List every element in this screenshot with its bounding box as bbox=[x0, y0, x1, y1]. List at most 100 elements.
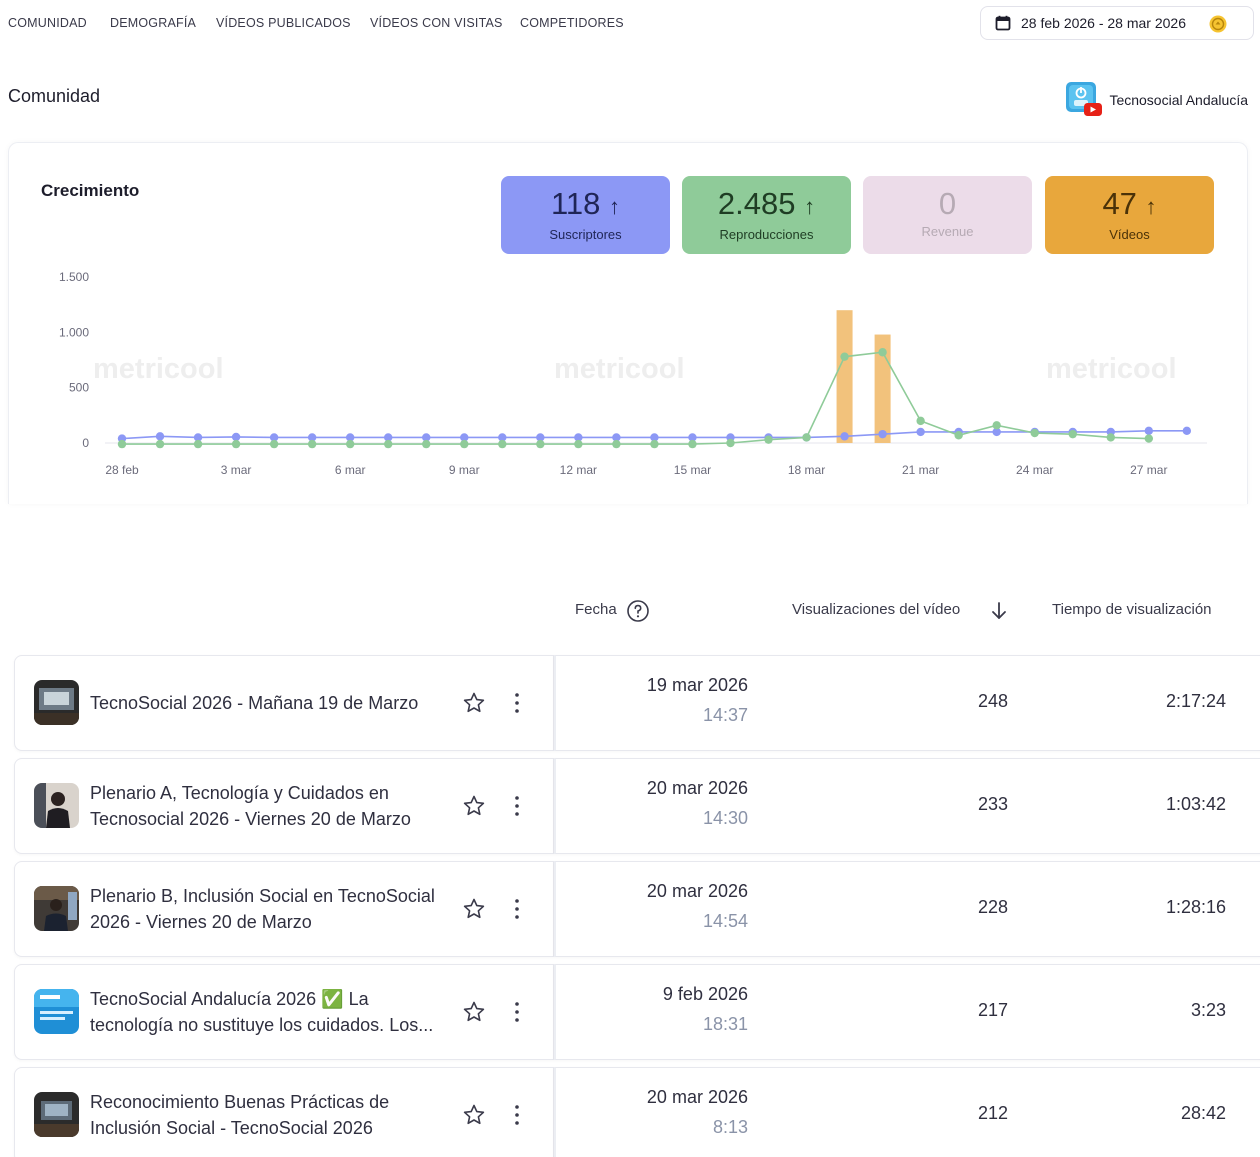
data-point bbox=[498, 439, 507, 449]
more-options-icon[interactable] bbox=[512, 1103, 522, 1127]
tab-videos-publicados[interactable]: VÍDEOS PUBLICADOS bbox=[216, 16, 351, 30]
tab-demografia[interactable]: DEMOGRAFÍA bbox=[110, 16, 196, 30]
data-point bbox=[840, 432, 849, 441]
star-icon[interactable] bbox=[462, 897, 486, 921]
col-header-watch-time[interactable]: Tiempo de visualización bbox=[1052, 601, 1212, 618]
more-options-icon[interactable] bbox=[512, 691, 522, 715]
calendar-icon bbox=[995, 15, 1011, 31]
video-thumbnail[interactable] bbox=[34, 886, 79, 931]
video-watch-time: 2:17:24 bbox=[1165, 691, 1226, 711]
video-views: 233 bbox=[977, 794, 1008, 814]
account-badge[interactable]: Tecnosocial Andalucía bbox=[1065, 82, 1248, 118]
x-tick-label: 9 mar bbox=[449, 463, 480, 477]
data-point bbox=[384, 439, 393, 449]
video-title[interactable]: TecnoSocial Andalucía 2026 ✅ La tecnolog… bbox=[90, 964, 456, 1060]
data-point bbox=[650, 439, 659, 449]
video-title[interactable]: Reconocimiento Buenas Prácticas de Inclu… bbox=[90, 1067, 456, 1157]
watermark-right: metricool bbox=[1046, 353, 1177, 385]
col-header-views[interactable]: Visualizaciones del vídeo bbox=[792, 601, 960, 618]
data-point bbox=[422, 439, 431, 449]
video-views: 217 bbox=[977, 1000, 1008, 1020]
col-header-date[interactable]: Fecha bbox=[575, 601, 617, 618]
video-thumbnail[interactable] bbox=[34, 680, 79, 725]
date-range-text: 28 feb 2026 - 28 mar 2026 bbox=[1021, 15, 1187, 31]
video-watch-time: 3:23 bbox=[1190, 1000, 1226, 1020]
date-range-picker[interactable]: 28 feb 2026 - 28 mar 2026 bbox=[980, 6, 1254, 40]
top-navigation: COMUNIDAD DEMOGRAFÍA VÍDEOS PUBLICADOS V… bbox=[0, 0, 1260, 48]
more-options-icon[interactable] bbox=[512, 897, 522, 921]
table-row[interactable]: TecnoSocial 2026 - Mañana 19 de Marzo 19… bbox=[14, 655, 1260, 751]
data-point bbox=[1182, 426, 1192, 436]
data-point bbox=[460, 439, 469, 449]
video-title[interactable]: Plenario B, Inclusión Social en TecnoSoc… bbox=[90, 861, 456, 957]
video-title[interactable]: TecnoSocial 2026 - Mañana 19 de Marzo bbox=[90, 655, 456, 751]
data-point bbox=[878, 429, 887, 439]
table-row[interactable]: Reconocimiento Buenas Prácticas de Inclu… bbox=[14, 1067, 1260, 1157]
x-tick-label: 15 mar bbox=[674, 463, 711, 477]
star-icon[interactable] bbox=[462, 794, 486, 818]
data-point bbox=[1068, 429, 1077, 439]
table-row[interactable]: Plenario B, Inclusión Social en TecnoSoc… bbox=[14, 861, 1260, 957]
account-logo-icon bbox=[1066, 82, 1103, 116]
data-point bbox=[726, 438, 735, 448]
more-options-icon[interactable] bbox=[512, 1000, 522, 1024]
video-thumbnail[interactable] bbox=[34, 1092, 79, 1137]
data-point bbox=[193, 439, 203, 449]
x-tick-label: 21 mar bbox=[902, 463, 939, 477]
video-time: 14:54 bbox=[702, 911, 748, 931]
video-time: 14:30 bbox=[702, 808, 748, 828]
video-watch-time: 1:03:42 bbox=[1165, 794, 1226, 814]
data-point bbox=[1030, 428, 1039, 438]
growth-card: Crecimiento 118 ↑ Suscriptores 2.485 ↑ R… bbox=[8, 142, 1248, 504]
video-thumbnail[interactable] bbox=[34, 783, 79, 828]
tab-comunidad[interactable]: COMUNIDAD bbox=[8, 16, 87, 30]
data-point bbox=[1106, 433, 1115, 442]
video-time: 14:37 bbox=[702, 705, 748, 725]
video-time: 18:31 bbox=[702, 1014, 748, 1034]
x-tick-label: 6 mar bbox=[335, 463, 366, 477]
data-point bbox=[307, 439, 317, 449]
video-date: 9 feb 2026 bbox=[662, 984, 748, 1004]
video-title[interactable]: Plenario A, Tecnología y Cuidados en Tec… bbox=[90, 758, 456, 854]
x-tick-label: 24 mar bbox=[1016, 463, 1053, 477]
data-point bbox=[1144, 434, 1154, 443]
help-icon[interactable] bbox=[626, 599, 650, 623]
video-views: 228 bbox=[977, 897, 1008, 917]
data-point bbox=[916, 427, 925, 437]
y-tick-label: 1.000 bbox=[59, 325, 89, 339]
video-views: 248 bbox=[977, 691, 1008, 711]
account-name: Tecnosocial Andalucía bbox=[1109, 92, 1248, 108]
table-row[interactable]: Plenario A, Tecnología y Cuidados en Tec… bbox=[14, 758, 1260, 854]
video-date: 19 mar 2026 bbox=[646, 675, 748, 695]
video-watch-time: 1:28:16 bbox=[1165, 897, 1226, 917]
video-date: 20 mar 2026 bbox=[646, 881, 748, 901]
video-thumbnail[interactable] bbox=[34, 989, 79, 1034]
x-tick-label: 28 feb bbox=[105, 463, 139, 477]
premium-coin-icon[interactable] bbox=[1209, 15, 1227, 33]
y-tick-label: 1.500 bbox=[59, 270, 89, 284]
data-point bbox=[1144, 426, 1154, 436]
video-time: 8:13 bbox=[712, 1117, 748, 1137]
video-date: 20 mar 2026 bbox=[646, 778, 748, 798]
data-point bbox=[231, 439, 241, 449]
data-point bbox=[155, 432, 165, 441]
tab-competidores[interactable]: COMPETIDORES bbox=[520, 16, 624, 30]
more-options-icon[interactable] bbox=[512, 794, 522, 818]
watermark-left: metricool bbox=[93, 353, 224, 385]
video-views: 212 bbox=[977, 1103, 1008, 1123]
x-tick-label: 27 mar bbox=[1130, 463, 1167, 477]
y-tick-label: 0 bbox=[82, 436, 89, 450]
sort-down-arrow-icon[interactable] bbox=[988, 600, 1010, 622]
star-icon[interactable] bbox=[462, 691, 486, 715]
table-row[interactable]: TecnoSocial Andalucía 2026 ✅ La tecnolog… bbox=[14, 964, 1260, 1060]
data-point bbox=[231, 432, 241, 442]
page-title: Comunidad bbox=[8, 86, 101, 106]
data-point bbox=[992, 421, 1001, 430]
tab-videos-con-visitas[interactable]: VÍDEOS CON VISITAS bbox=[370, 16, 503, 30]
data-point bbox=[155, 439, 165, 449]
star-icon[interactable] bbox=[462, 1000, 486, 1024]
star-icon[interactable] bbox=[462, 1103, 486, 1127]
data-point bbox=[536, 439, 545, 449]
data-point bbox=[612, 439, 621, 449]
data-point bbox=[878, 348, 887, 357]
